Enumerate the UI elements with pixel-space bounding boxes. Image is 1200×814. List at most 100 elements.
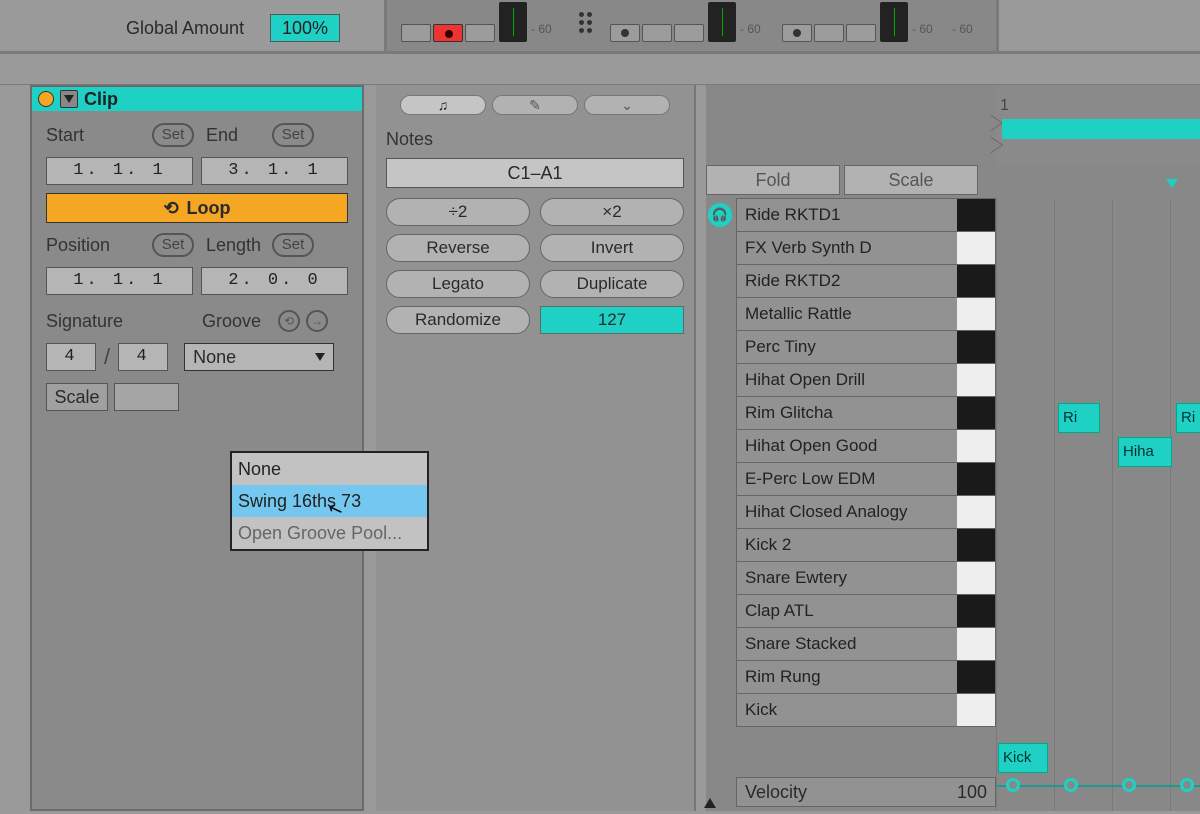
scale-root-field[interactable]	[114, 383, 179, 411]
loop-button[interactable]: ⟲ Loop	[46, 193, 348, 223]
mute-button[interactable]	[401, 24, 431, 42]
clip-header[interactable]: Clip	[32, 87, 362, 111]
groove-option-none[interactable]: None	[232, 453, 427, 485]
length-set-button[interactable]: Set	[272, 233, 314, 257]
key-cell[interactable]	[957, 661, 995, 693]
track-row[interactable]: Snare Stacked	[736, 627, 996, 661]
velocity-marker[interactable]	[1064, 778, 1078, 792]
velocity-lane-header[interactable]: Velocity 100	[736, 777, 996, 807]
track-row[interactable]: Kick	[736, 693, 996, 727]
track-meter-block: - 60 - 60	[782, 2, 982, 44]
key-cell[interactable]	[957, 463, 995, 495]
midi-grid[interactable]: Ri Ri Hiha Kick	[996, 199, 1200, 811]
reverse-button[interactable]: Reverse	[386, 234, 530, 262]
duplicate-button[interactable]: Duplicate	[540, 270, 684, 298]
track-row[interactable]: Ride RKTD1	[736, 198, 996, 232]
groove-selected-value: None	[193, 344, 236, 370]
preview-headphone-icon[interactable]	[708, 203, 732, 227]
track-row[interactable]: Hihat Closed Analogy	[736, 495, 996, 529]
velocity-marker[interactable]	[1006, 778, 1020, 792]
arm-button[interactable]	[674, 24, 704, 42]
halve-button[interactable]: ÷2	[386, 198, 530, 226]
start-value[interactable]: 1. 1. 1	[46, 157, 193, 185]
position-set-button[interactable]: Set	[152, 233, 194, 257]
key-cell[interactable]	[957, 199, 995, 231]
track-row[interactable]: Hihat Open Drill	[736, 363, 996, 397]
midi-note[interactable]: Ri	[1058, 403, 1100, 433]
track-row[interactable]: Ride RKTD2	[736, 264, 996, 298]
solo-button[interactable]	[642, 24, 672, 42]
track-row[interactable]: Clap ATL	[736, 594, 996, 628]
track-row[interactable]: Rim Glitcha	[736, 396, 996, 430]
drag-dots-icon[interactable]	[573, 12, 598, 33]
key-cell[interactable]	[957, 331, 995, 363]
legato-button[interactable]: Legato	[386, 270, 530, 298]
end-value[interactable]: 3. 1. 1	[201, 157, 348, 185]
track-name: Kick 2	[737, 529, 957, 561]
key-cell[interactable]	[957, 232, 995, 264]
length-value[interactable]: 2. 0. 0	[201, 267, 348, 295]
mute-button[interactable]	[610, 24, 640, 42]
clip-color-swatch[interactable]	[38, 91, 54, 107]
tab-notes[interactable]: ♫	[400, 95, 486, 115]
timeline-ruler[interactable]: 1	[996, 85, 1200, 165]
fold-marker-icon[interactable]	[1166, 179, 1178, 188]
groove-select[interactable]: None	[184, 343, 334, 371]
velocity-marker[interactable]	[1180, 778, 1194, 792]
tab-expression[interactable]: ⌄	[584, 95, 670, 115]
midi-note[interactable]: Kick	[998, 743, 1048, 773]
global-amount-value[interactable]: 100%	[270, 14, 340, 42]
track-row[interactable]: Rim Rung	[736, 660, 996, 694]
invert-button[interactable]: Invert	[540, 234, 684, 262]
track-row[interactable]: Metallic Rattle	[736, 297, 996, 331]
key-cell[interactable]	[957, 430, 995, 462]
scale-button[interactable]: Scale	[46, 383, 108, 411]
signature-denominator[interactable]: 4	[118, 343, 168, 371]
solo-button[interactable]	[814, 24, 844, 42]
key-cell[interactable]	[957, 595, 995, 627]
signature-numerator[interactable]: 4	[46, 343, 96, 371]
groove-option-open-pool[interactable]: Open Groove Pool...	[232, 517, 427, 549]
velocity-marker[interactable]	[1122, 778, 1136, 792]
fold-button[interactable]: Fold	[706, 165, 840, 195]
velocity-lane[interactable]	[996, 773, 1200, 813]
groove-hot-swap-icon[interactable]: ⟲	[278, 310, 300, 332]
track-name: Hihat Closed Analogy	[737, 496, 957, 528]
midi-note[interactable]: Hiha	[1118, 437, 1172, 467]
note-range-field[interactable]: C1–A1	[386, 158, 684, 188]
key-cell[interactable]	[957, 694, 995, 726]
key-cell[interactable]	[957, 397, 995, 429]
key-cell[interactable]	[957, 529, 995, 561]
track-row[interactable]: Kick 2	[736, 528, 996, 562]
scale-highlight-button[interactable]: Scale	[844, 165, 978, 195]
track-row[interactable]: E-Perc Low EDM	[736, 462, 996, 496]
clip-menu-dropdown-icon[interactable]	[60, 90, 78, 108]
position-value[interactable]: 1. 1. 1	[46, 267, 193, 295]
randomize-amount[interactable]: 127	[540, 306, 684, 334]
key-cell[interactable]	[957, 562, 995, 594]
record-arm-button[interactable]	[433, 24, 463, 42]
track-row[interactable]: FX Verb Synth D	[736, 231, 996, 265]
end-set-button[interactable]: Set	[272, 123, 314, 147]
clip-overview-bar[interactable]	[1002, 119, 1200, 139]
start-set-button[interactable]: Set	[152, 123, 194, 147]
clip-title[interactable]: Clip	[84, 89, 118, 110]
key-cell[interactable]	[957, 364, 995, 396]
key-cell[interactable]	[957, 298, 995, 330]
track-row[interactable]: Hihat Open Good	[736, 429, 996, 463]
track-name: Snare Stacked	[737, 628, 957, 660]
signature-label: Signature	[46, 311, 196, 332]
solo-button[interactable]	[465, 24, 495, 42]
groove-commit-icon[interactable]: →	[306, 310, 328, 332]
midi-note[interactable]: Ri	[1176, 403, 1200, 433]
key-cell[interactable]	[957, 628, 995, 660]
key-cell[interactable]	[957, 265, 995, 297]
track-row[interactable]: Snare Ewtery	[736, 561, 996, 595]
mute-button[interactable]	[782, 24, 812, 42]
tab-envelopes[interactable]: ✎	[492, 95, 578, 115]
key-cell[interactable]	[957, 496, 995, 528]
double-button[interactable]: ×2	[540, 198, 684, 226]
arm-button[interactable]	[846, 24, 876, 42]
track-row[interactable]: Perc Tiny	[736, 330, 996, 364]
randomize-button[interactable]: Randomize	[386, 306, 530, 334]
